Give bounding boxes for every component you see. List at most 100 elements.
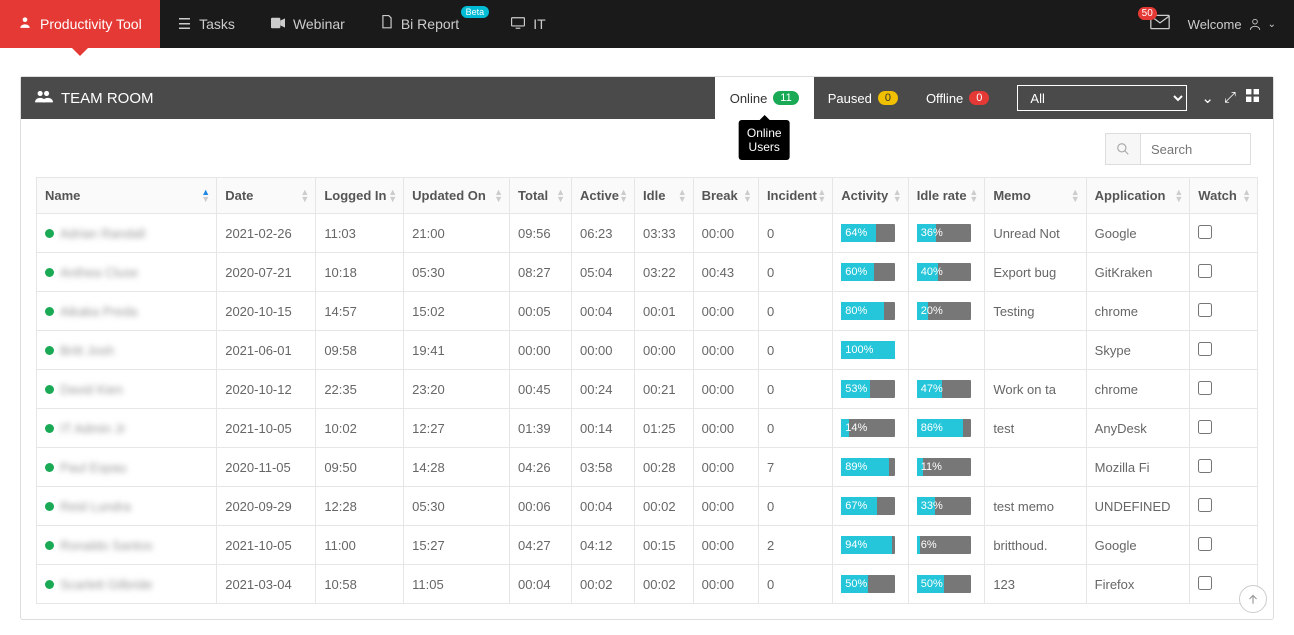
table-row: Aikaka Preda2020-10-1514:5715:0200:0500:… xyxy=(37,292,1258,331)
expand-icon[interactable]: ⤢ xyxy=(1224,89,1236,107)
nav-item-webinar[interactable]: Webinar xyxy=(253,0,363,48)
cell-activity: 53% xyxy=(833,370,908,409)
user-name[interactable]: Ronaldo Santos xyxy=(60,538,153,553)
nav-item-it[interactable]: IT xyxy=(493,0,563,48)
user-name[interactable]: Paul Espau xyxy=(60,460,127,475)
col-break[interactable]: Break▲▼ xyxy=(693,178,758,214)
cell-total: 00:06 xyxy=(510,487,572,526)
user-name[interactable]: Anthea Cluse xyxy=(60,265,138,280)
nav-item-tasks[interactable]: ☰ Tasks xyxy=(160,0,253,48)
watch-checkbox[interactable] xyxy=(1198,537,1212,551)
grid-icon[interactable] xyxy=(1246,89,1259,107)
cell-idle-rate: 36% xyxy=(908,214,985,253)
col-label: Date xyxy=(225,188,253,203)
status-label: Paused xyxy=(828,91,872,106)
cell-idle-rate: 47% xyxy=(908,370,985,409)
cell-total: 00:00 xyxy=(510,331,572,370)
search-icon xyxy=(1116,142,1130,156)
status-tab-offline[interactable]: Offline 0 xyxy=(912,77,1003,119)
cell-incident: 0 xyxy=(758,370,832,409)
col-active[interactable]: Active▲▼ xyxy=(571,178,634,214)
nav-item-label: Tasks xyxy=(199,16,235,32)
cell-incident: 0 xyxy=(758,331,832,370)
cell-app: chrome xyxy=(1086,370,1190,409)
status-dot-icon xyxy=(45,385,54,394)
nav-item-productivity[interactable]: Productivity Tool xyxy=(0,0,160,48)
cell-idle: 00:02 xyxy=(635,565,694,604)
col-memo[interactable]: Memo▲▼ xyxy=(985,178,1086,214)
nav-item-bireport[interactable]: Bi Report Beta xyxy=(363,0,493,48)
cell-break: 00:00 xyxy=(693,487,758,526)
user-name[interactable]: Britt Josh xyxy=(60,343,114,358)
user-name[interactable]: David Kien xyxy=(60,382,123,397)
cell-incident: 7 xyxy=(758,448,832,487)
progress-bar: 94% xyxy=(841,536,895,554)
status-dot-icon xyxy=(45,580,54,589)
cell-memo: Export bug xyxy=(985,253,1086,292)
progress-bar: 67% xyxy=(841,497,895,515)
nav-item-label: Webinar xyxy=(293,16,345,32)
col-label: Activity xyxy=(841,188,888,203)
cell-incident: 0 xyxy=(758,487,832,526)
watch-checkbox[interactable] xyxy=(1198,498,1212,512)
col-label: Updated On xyxy=(412,188,486,203)
cell-updated: 15:02 xyxy=(404,292,510,331)
cell-idle-rate xyxy=(908,331,985,370)
mail-icon[interactable]: 50 xyxy=(1150,14,1170,35)
progress-bar: 14% xyxy=(841,419,895,437)
status-tab-online[interactable]: Online 11 OnlineUsers xyxy=(715,77,814,119)
watch-checkbox[interactable] xyxy=(1198,225,1212,239)
watch-checkbox[interactable] xyxy=(1198,381,1212,395)
cell-logged: 09:58 xyxy=(316,331,404,370)
user-menu[interactable]: Welcome ⌄ xyxy=(1188,17,1276,32)
user-name[interactable]: Scarlett Gilbride xyxy=(60,577,152,592)
cell-date: 2021-06-01 xyxy=(217,331,316,370)
filter-select[interactable]: All xyxy=(1017,85,1187,111)
monitor-icon xyxy=(511,16,525,33)
col-total[interactable]: Total▲▼ xyxy=(510,178,572,214)
user-name[interactable]: Reid Lundra xyxy=(60,499,131,514)
cell-incident: 0 xyxy=(758,253,832,292)
col-label: Active xyxy=(580,188,619,203)
chevron-down-icon[interactable]: ⌄ xyxy=(1201,89,1214,107)
col-logged-in[interactable]: Logged In▲▼ xyxy=(316,178,404,214)
col-application[interactable]: Application▲▼ xyxy=(1086,178,1190,214)
cell-total: 00:05 xyxy=(510,292,572,331)
cell-total: 04:27 xyxy=(510,526,572,565)
chevron-down-icon: ⌄ xyxy=(1268,19,1276,30)
table-row: Britt Josh2021-06-0109:5819:4100:0000:00… xyxy=(37,331,1258,370)
status-dot-icon xyxy=(45,502,54,511)
scroll-top-button[interactable] xyxy=(1239,585,1267,613)
col-activity[interactable]: Activity▲▼ xyxy=(833,178,908,214)
col-watch[interactable]: Watch▲▼ xyxy=(1190,178,1258,214)
table-row: David Kien2020-10-1222:3523:2000:4500:24… xyxy=(37,370,1258,409)
status-label: Online xyxy=(730,91,768,106)
cell-date: 2020-07-21 xyxy=(217,253,316,292)
col-updated-on[interactable]: Updated On▲▼ xyxy=(404,178,510,214)
user-name[interactable]: Adrian Randall xyxy=(60,226,145,241)
col-idle[interactable]: Idle▲▼ xyxy=(635,178,694,214)
cell-active: 00:04 xyxy=(571,487,634,526)
col-name[interactable]: Name▲▼ xyxy=(37,178,217,214)
user-name[interactable]: IT Admin Jr xyxy=(60,421,126,436)
cell-logged: 12:28 xyxy=(316,487,404,526)
col-label: Application xyxy=(1095,188,1166,203)
col-incident[interactable]: Incident▲▼ xyxy=(758,178,832,214)
col-label: Idle rate xyxy=(917,188,967,203)
watch-checkbox[interactable] xyxy=(1198,342,1212,356)
cell-incident: 2 xyxy=(758,526,832,565)
user-name[interactable]: Aikaka Preda xyxy=(60,304,137,319)
search-input[interactable] xyxy=(1141,133,1251,165)
watch-checkbox[interactable] xyxy=(1198,420,1212,434)
search-button[interactable] xyxy=(1105,133,1141,165)
cell-idle-rate: 11% xyxy=(908,448,985,487)
watch-checkbox[interactable] xyxy=(1198,459,1212,473)
col-date[interactable]: Date▲▼ xyxy=(217,178,316,214)
col-idle-rate[interactable]: Idle rate▲▼ xyxy=(908,178,985,214)
watch-checkbox[interactable] xyxy=(1198,264,1212,278)
status-tab-paused[interactable]: Paused 0 xyxy=(814,77,912,119)
progress-bar: 11% xyxy=(917,458,971,476)
watch-checkbox[interactable] xyxy=(1198,303,1212,317)
watch-checkbox[interactable] xyxy=(1198,576,1212,590)
cell-logged: 11:00 xyxy=(316,526,404,565)
